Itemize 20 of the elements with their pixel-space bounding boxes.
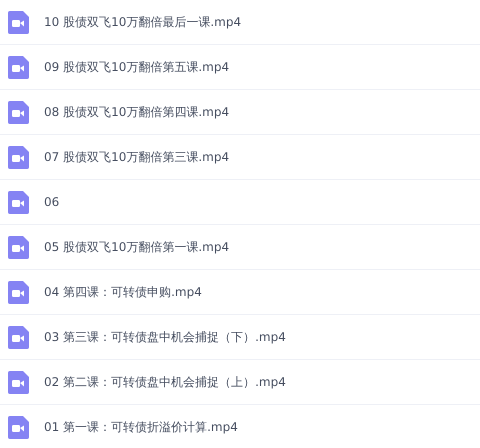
- file-name[interactable]: 09 股债双飞10万翻倍第五课.mp4: [44, 58, 230, 76]
- file-name[interactable]: 03 第三课：可转债盘中机会捕捉（下）.mp4: [44, 328, 286, 346]
- file-name[interactable]: 10 股债双飞10万翻倍最后一课.mp4: [44, 13, 242, 31]
- file-name[interactable]: 08 股债双飞10万翻倍第四课.mp4: [44, 103, 230, 121]
- file-name[interactable]: 06: [44, 193, 60, 211]
- video-file-icon: [8, 146, 29, 168]
- video-file-icon: [8, 326, 29, 348]
- video-file-icon: [8, 190, 29, 214]
- video-file-icon: [8, 416, 29, 438]
- video-file-icon: [8, 370, 29, 394]
- file-name[interactable]: 05 股债双飞10万翻倍第一课.mp4: [44, 238, 230, 256]
- video-file-icon: [8, 56, 29, 78]
- video-file-icon: [8, 236, 29, 258]
- file-name[interactable]: 04 第四课：可转债申购.mp4: [44, 283, 202, 301]
- file-name[interactable]: 02 第二课：可转债盘中机会捕捉（上）.mp4: [44, 373, 286, 391]
- video-file-icon: [8, 100, 29, 124]
- video-file-icon: [8, 280, 29, 304]
- file-name[interactable]: 01 第一课：可转债折溢价计算.mp4: [44, 418, 238, 436]
- file-name[interactable]: 07 股债双飞10万翻倍第三课.mp4: [44, 148, 230, 166]
- video-file-icon: [8, 10, 29, 34]
